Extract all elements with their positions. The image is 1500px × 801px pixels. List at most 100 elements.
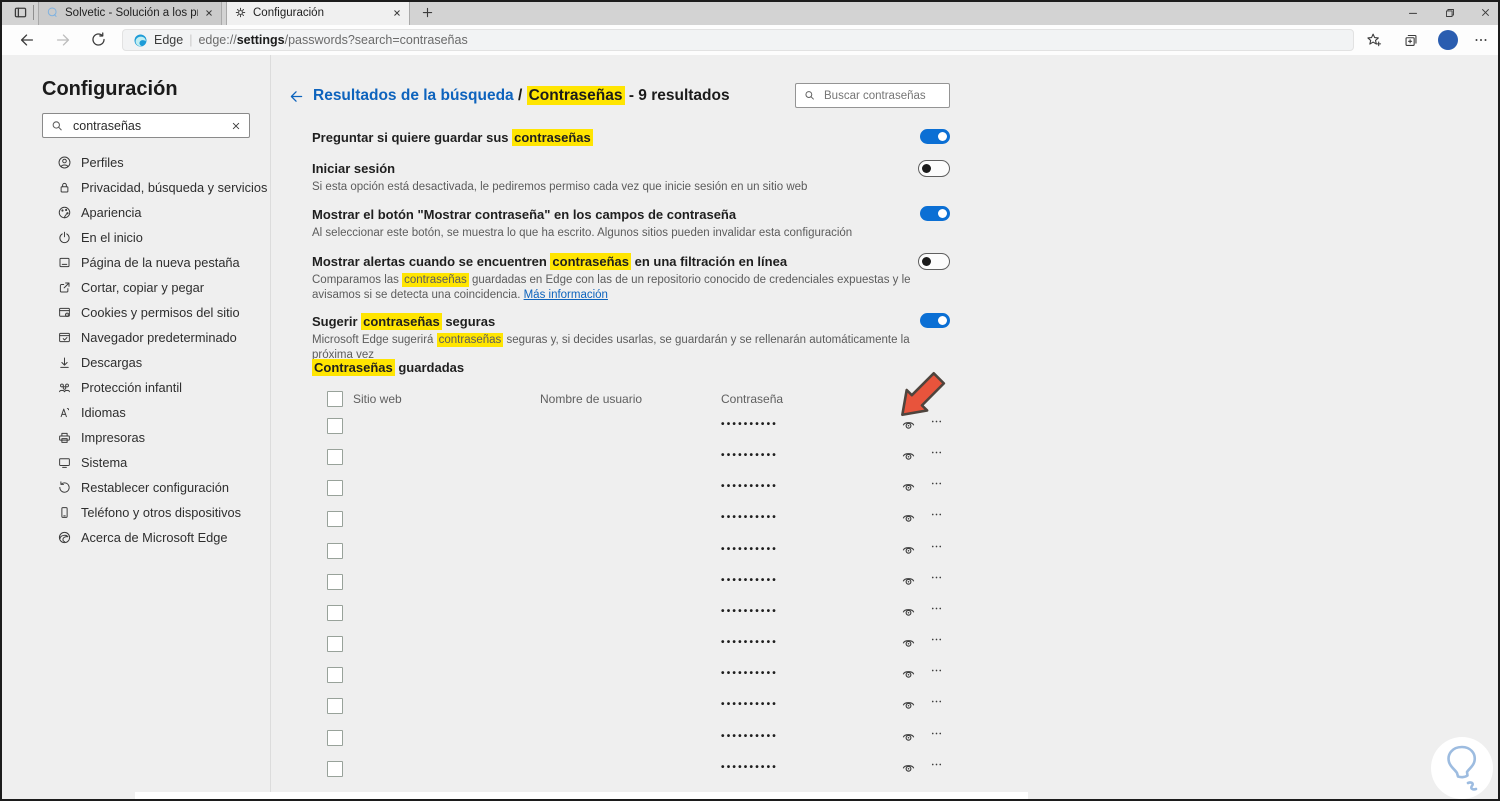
- sidebar-item-teléfono-y-otros-dispositivos[interactable]: Teléfono y otros dispositivos: [57, 500, 267, 525]
- row-checkbox[interactable]: [327, 698, 343, 715]
- password-mask: ••••••••••: [721, 512, 779, 524]
- more-icon: [929, 632, 944, 647]
- close-icon[interactable]: [204, 8, 214, 18]
- sidebar-item-apariencia[interactable]: Apariencia: [57, 200, 267, 225]
- download-icon: [57, 355, 72, 370]
- show-password-button[interactable]: [900, 447, 917, 464]
- sidebar-item-perfiles[interactable]: Perfiles: [57, 150, 267, 175]
- row-more-button[interactable]: [929, 507, 944, 525]
- toggle-leak-alerts[interactable]: [918, 253, 950, 270]
- clear-search-icon[interactable]: [230, 120, 242, 132]
- row-more-button[interactable]: [929, 726, 944, 744]
- row-checkbox[interactable]: [327, 511, 343, 528]
- edge-logo-icon: [134, 34, 147, 46]
- tab-solvetic[interactable]: Solvetic - Solución a los problem: [38, 0, 222, 25]
- restore-button[interactable]: [1433, 0, 1467, 25]
- show-password-button[interactable]: [900, 478, 917, 495]
- row-checkbox[interactable]: [327, 667, 343, 684]
- row-checkbox[interactable]: [327, 636, 343, 653]
- restore-icon: [1443, 6, 1457, 20]
- more-icon: [929, 726, 944, 741]
- password-row: ••••••••••: [312, 566, 952, 597]
- breadcrumb-link[interactable]: Resultados de la búsqueda: [313, 87, 514, 104]
- row-checkbox[interactable]: [327, 480, 343, 497]
- show-password-button[interactable]: [900, 603, 917, 620]
- back-button[interactable]: [18, 31, 36, 49]
- sidebar-item-label: Protección infantil: [81, 380, 183, 395]
- row-more-button[interactable]: [929, 694, 944, 712]
- sidebar-item-restablecer-configuración[interactable]: Restablecer configuración: [57, 475, 267, 500]
- sidebar-item-impresoras[interactable]: Impresoras: [57, 425, 267, 450]
- show-password-button[interactable]: [900, 696, 917, 713]
- settings-search-input[interactable]: [71, 117, 223, 134]
- toggle-reveal-button[interactable]: [920, 206, 950, 221]
- row-more-button[interactable]: [929, 539, 944, 557]
- address-bar[interactable]: Edge | edge://settings/passwords?search=…: [122, 29, 1354, 51]
- row-checkbox[interactable]: [327, 418, 343, 434]
- row-more-button[interactable]: [929, 757, 944, 775]
- toggle-save-passwords[interactable]: [920, 129, 950, 144]
- collections-button[interactable]: [1402, 31, 1420, 49]
- arrow-left-icon: [18, 31, 36, 49]
- row-more-button[interactable]: [929, 663, 944, 681]
- row-more-button[interactable]: [929, 632, 944, 650]
- show-password-button[interactable]: [900, 541, 917, 558]
- back-to-settings-button[interactable]: [288, 88, 305, 105]
- refresh-button[interactable]: [90, 31, 107, 48]
- settings-search-box[interactable]: [42, 113, 250, 138]
- sidebar-item-protección-infantil[interactable]: Protección infantil: [57, 375, 267, 400]
- show-password-button[interactable]: [900, 759, 917, 776]
- show-password-button[interactable]: [900, 665, 917, 682]
- lock-icon: [57, 180, 72, 195]
- show-password-button[interactable]: [900, 572, 917, 589]
- favorites-add-button[interactable]: [1365, 31, 1383, 49]
- row-more-button[interactable]: [929, 476, 944, 494]
- sidebar-item-sistema[interactable]: Sistema: [57, 450, 267, 475]
- forward-button[interactable]: [54, 31, 72, 49]
- more-icon: [929, 507, 944, 522]
- row-checkbox[interactable]: [327, 760, 343, 777]
- more-info-link[interactable]: Más información: [524, 289, 608, 301]
- row-checkbox[interactable]: [327, 573, 343, 590]
- sidebar-item-idiomas[interactable]: Idiomas: [57, 400, 267, 425]
- more-icon: [929, 445, 944, 460]
- sidebar-item-cortar-copiar-y-pegar[interactable]: Cortar, copiar y pegar: [57, 275, 267, 300]
- toggle-sign-in[interactable]: [918, 160, 950, 177]
- language-icon: [57, 405, 72, 420]
- password-row: ••••••••••: [312, 441, 952, 472]
- password-search-box[interactable]: [795, 83, 950, 108]
- setting-sign-in: Iniciar sesión Si esta opción está desac…: [312, 160, 952, 195]
- show-password-button[interactable]: [900, 634, 917, 651]
- row-more-button[interactable]: [929, 570, 944, 588]
- sidebar-item-página-de-la-nueva-pestaña[interactable]: Página de la nueva pestaña: [57, 250, 267, 275]
- row-more-button[interactable]: [929, 445, 944, 463]
- select-all-checkbox[interactable]: [327, 391, 343, 407]
- row-checkbox[interactable]: [327, 449, 343, 466]
- row-checkbox[interactable]: [327, 729, 343, 746]
- annotation-arrow: [901, 371, 946, 417]
- close-window-button[interactable]: [1468, 0, 1500, 25]
- sidebar-item-descargas[interactable]: Descargas: [57, 350, 267, 375]
- password-search-input[interactable]: [822, 88, 942, 103]
- tab-actions-button[interactable]: [12, 4, 29, 21]
- row-checkbox[interactable]: [327, 542, 343, 559]
- new-tab-button[interactable]: [420, 5, 435, 20]
- profile-avatar[interactable]: [1438, 30, 1458, 50]
- row-checkbox[interactable]: [327, 604, 343, 621]
- sidebar-item-navegador-predeterminado[interactable]: Navegador predeterminado: [57, 325, 267, 350]
- show-password-button[interactable]: [900, 728, 917, 745]
- show-password-button[interactable]: [900, 509, 917, 526]
- column-username: Nombre de usuario: [540, 392, 643, 406]
- sidebar-item-acerca-de-microsoft-edge[interactable]: Acerca de Microsoft Edge: [57, 525, 267, 550]
- more-icon: [929, 570, 944, 585]
- toggle-suggest-passwords[interactable]: [920, 313, 950, 328]
- sidebar-item-privacidad-búsqueda-y-servicios[interactable]: Privacidad, búsqueda y servicios: [57, 175, 267, 200]
- tab-configuracion[interactable]: Configuración: [226, 0, 410, 25]
- browser-menu-button[interactable]: [1472, 31, 1490, 49]
- sidebar-item-cookies-y-permisos-del-sitio[interactable]: Cookies y permisos del sitio: [57, 300, 267, 325]
- sidebar-menu: Perfiles Privacidad, búsqueda y servicios…: [57, 150, 267, 550]
- sidebar-item-en-el-inicio[interactable]: En el inicio: [57, 225, 267, 250]
- row-more-button[interactable]: [929, 601, 944, 619]
- minimize-button[interactable]: [1396, 0, 1430, 25]
- close-icon[interactable]: [392, 8, 402, 18]
